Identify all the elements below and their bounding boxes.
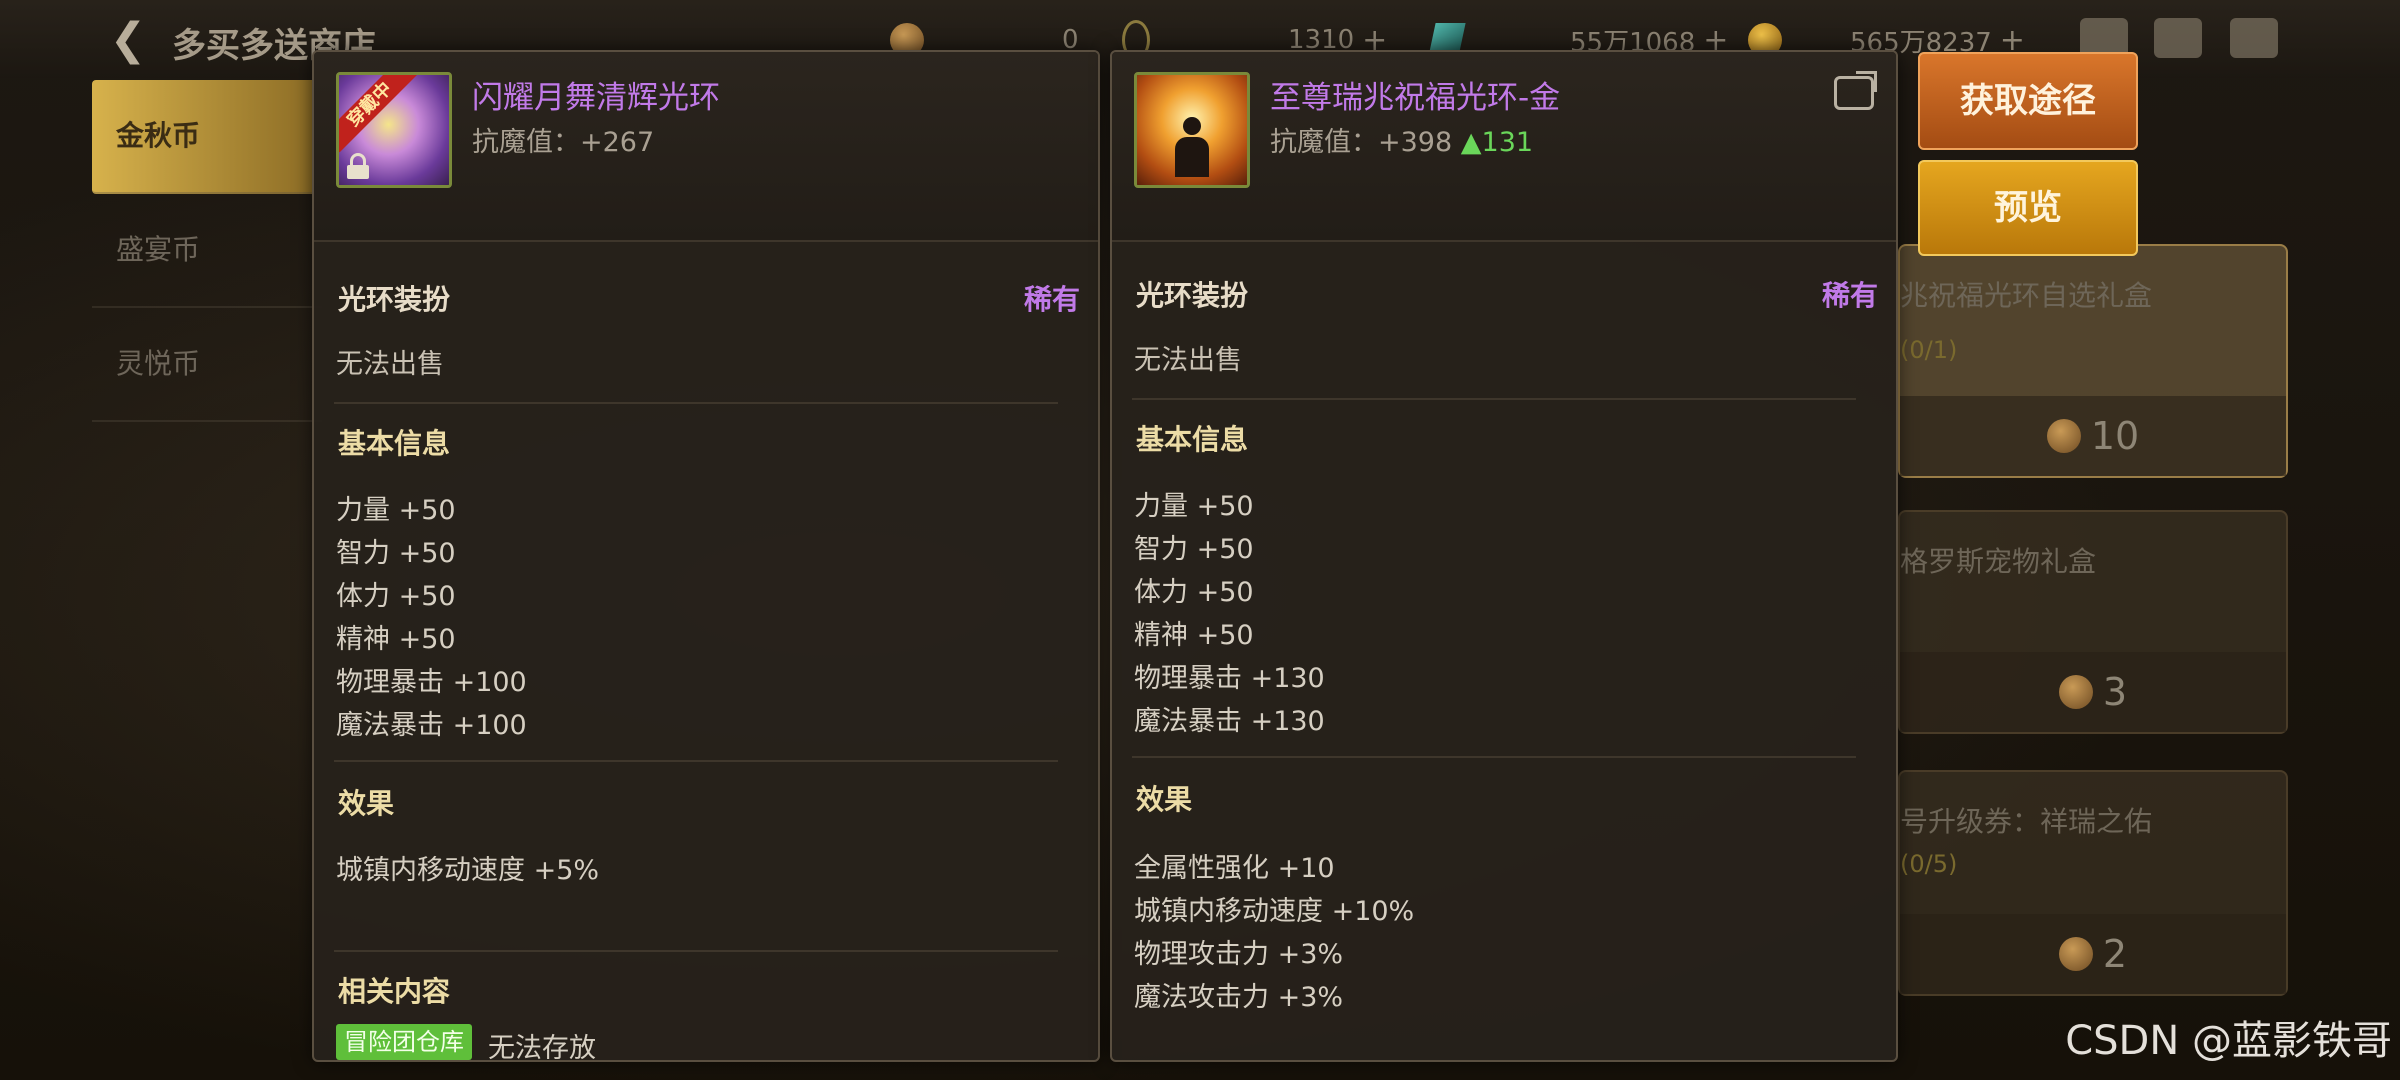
section-title-basic: 基本信息 <box>338 427 451 460</box>
stat-line: 精神 +50 <box>1134 620 1254 651</box>
coin-icon <box>2058 675 2093 709</box>
tooltip-header: 至尊瑞兆祝福光环-金 抗魔值：+398 ▲131 <box>1112 52 1896 242</box>
shop-item-limit: (0/5) <box>1900 850 1958 878</box>
shop-item-price: 3 <box>1900 652 2286 732</box>
stat-line: 体力 +50 <box>1134 577 1254 608</box>
shop-item-price: 2 <box>1900 914 2286 994</box>
section-title-related: 相关内容 <box>338 975 451 1008</box>
share-icon[interactable] <box>1834 71 1877 110</box>
section-title-effect: 效果 <box>338 787 395 820</box>
tab-shengyan-coin[interactable]: 盛宴币 <box>92 194 322 308</box>
item-rarity: 稀有 <box>1821 279 1878 312</box>
currency-sidebar: 金秋币 盛宴币 灵悦币 <box>92 80 322 422</box>
shop-item-name: 号升级券：祥瑞之佑 <box>1900 805 2153 838</box>
sell-status: 无法出售 <box>336 349 444 380</box>
shop-item-card[interactable]: 兆祝福光环自选礼盒 (0/1) 10 <box>1898 244 2288 478</box>
stat-line: 力量 +50 <box>1134 491 1254 522</box>
item-rarity: 稀有 <box>1023 283 1080 316</box>
item-resist-value: 抗魔值：+398 ▲131 <box>1270 127 1534 158</box>
section-title-effect: 效果 <box>1136 783 1193 816</box>
resist-increase: ▲131 <box>1460 127 1534 158</box>
lock-icon <box>347 153 369 179</box>
aura-item-icon <box>1134 72 1250 188</box>
stat-line: 体力 +50 <box>336 581 456 612</box>
coin-icon <box>2058 937 2093 971</box>
item-category: 光环装扮 <box>338 283 451 316</box>
chat-icon[interactable] <box>2230 18 2278 58</box>
shop-item-card[interactable]: 号升级券：祥瑞之佑 (0/5) 2 <box>1898 770 2288 996</box>
stat-line: 魔法暴击 +130 <box>1134 706 1325 737</box>
stat-line: 智力 +50 <box>336 538 456 569</box>
divider <box>1132 398 1856 400</box>
related-text: 无法存放 <box>488 1033 596 1062</box>
shop-item-card[interactable]: 格罗斯宠物礼盒 3 <box>1898 510 2288 734</box>
effect-line: 魔法攻击力 +3% <box>1134 982 1344 1013</box>
shop-item-name: 格罗斯宠物礼盒 <box>1900 545 2097 578</box>
mail-icon[interactable] <box>2154 18 2202 58</box>
item-category: 光环装扮 <box>1136 279 1249 312</box>
stat-line: 物理暴击 +130 <box>1134 663 1325 694</box>
effect-line: 城镇内移动速度 +5% <box>336 855 600 886</box>
divider <box>334 402 1058 404</box>
watermark: CSDN @蓝影铁哥 <box>2065 1018 2392 1064</box>
back-arrow-icon[interactable]: ❮ <box>100 12 156 68</box>
aura-item-icon: 穿戴中 <box>336 72 452 188</box>
coin-icon <box>2046 419 2081 453</box>
effect-line: 物理攻击力 +3% <box>1134 939 1344 970</box>
obtain-method-button[interactable]: 获取途径 <box>1918 52 2138 150</box>
tab-jinqiu-coin[interactable]: 金秋币 <box>92 80 322 194</box>
divider <box>1132 756 1856 758</box>
divider <box>334 950 1058 952</box>
shop-item-limit: (0/1) <box>1900 336 1958 364</box>
item-name: 闪耀月舞清辉光环 <box>472 80 720 116</box>
preview-button[interactable]: 预览 <box>1918 160 2138 256</box>
item-name: 至尊瑞兆祝福光环-金 <box>1270 80 1561 116</box>
sell-status: 无法出售 <box>1134 345 1242 376</box>
character-silhouette-icon <box>1175 117 1209 179</box>
effect-line: 城镇内移动速度 +10% <box>1134 896 1415 927</box>
stat-line: 力量 +50 <box>336 495 456 526</box>
effect-line: 全属性强化 +10 <box>1134 853 1335 884</box>
stat-line: 精神 +50 <box>336 624 456 655</box>
tab-lingyue-coin[interactable]: 灵悦币 <box>92 308 322 422</box>
stat-line: 智力 +50 <box>1134 534 1254 565</box>
compare-item-tooltip: 至尊瑞兆祝福光环-金 抗魔值：+398 ▲131 光环装扮 稀有 无法出售 基本… <box>1110 50 1898 1062</box>
related-tag: 冒险团仓库 <box>336 1024 472 1060</box>
equipped-item-tooltip: 穿戴中 闪耀月舞清辉光环 抗魔值：+267 光环装扮 稀有 无法出售 基本信息 … <box>312 50 1100 1062</box>
stat-line: 物理暴击 +100 <box>336 667 527 698</box>
tooltip-header: 穿戴中 闪耀月舞清辉光环 抗魔值：+267 <box>314 52 1098 242</box>
shop-item-name: 兆祝福光环自选礼盒 <box>1900 279 2153 312</box>
shop-item-price: 10 <box>1900 396 2286 476</box>
stat-line: 魔法暴击 +100 <box>336 710 527 741</box>
divider <box>334 760 1058 762</box>
item-resist-value: 抗魔值：+267 <box>472 127 655 158</box>
section-title-basic: 基本信息 <box>1136 423 1249 456</box>
